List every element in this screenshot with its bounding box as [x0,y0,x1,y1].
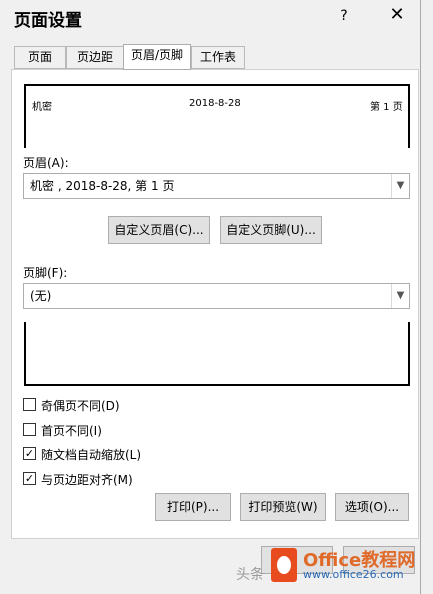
dialog-title: 页面设置 [14,11,82,31]
checkbox[interactable] [23,423,36,436]
logo-url: www.office26.com [303,568,404,581]
office-logo-icon [271,548,297,582]
footer-label: 页脚(F): [23,266,68,280]
custom-header-button[interactable]: 自定义页眉(C)... [108,216,210,244]
header-select[interactable]: 机密 , 2018-8-28, 第 1 页 ▼ [23,173,410,199]
tab-sheet[interactable]: 工作表 [191,46,245,69]
checkbox-checked[interactable]: ✓ [23,447,36,460]
tab-header-footer[interactable]: 页眉/页脚 [123,44,191,70]
header-preview-right: 第 1 页 [370,102,403,113]
tab-page[interactable]: 页面 [14,46,66,69]
page-setup-dialog: 页面设置 ? ✕ 页面 页边距 页眉/页脚 工作表 机密 2018-8-28 第… [0,0,421,594]
checkbox-checked[interactable]: ✓ [23,472,36,485]
print-preview-button[interactable]: 打印预览(W) [240,493,326,521]
custom-footer-button[interactable]: 自定义页脚(U)... [220,216,322,244]
office-logo: Office教程网 www.office26.com [263,544,421,586]
chevron-down-icon[interactable]: ▼ [391,174,409,198]
options-button[interactable]: 选项(O)... [335,493,409,521]
footer-preview [24,322,410,386]
print-button[interactable]: 打印(P)... [155,493,231,521]
header-preview-left: 机密 [32,102,52,113]
checkbox[interactable] [23,398,36,411]
header-select-value: 机密 , 2018-8-28, 第 1 页 [30,179,175,193]
header-label: 页眉(A): [23,156,69,170]
footer-select-value: (无) [30,289,52,303]
chevron-down-icon[interactable]: ▼ [391,284,409,308]
help-button[interactable]: ? [336,8,352,24]
header-preview: 机密 2018-8-28 第 1 页 [24,84,410,148]
close-button[interactable]: ✕ [386,4,408,25]
header-preview-center: 2018-8-28 [189,98,241,109]
footer-select[interactable]: (无) ▼ [23,283,410,309]
tab-margins[interactable]: 页边距 [66,46,124,69]
watermark-text: 头条 [236,567,264,583]
